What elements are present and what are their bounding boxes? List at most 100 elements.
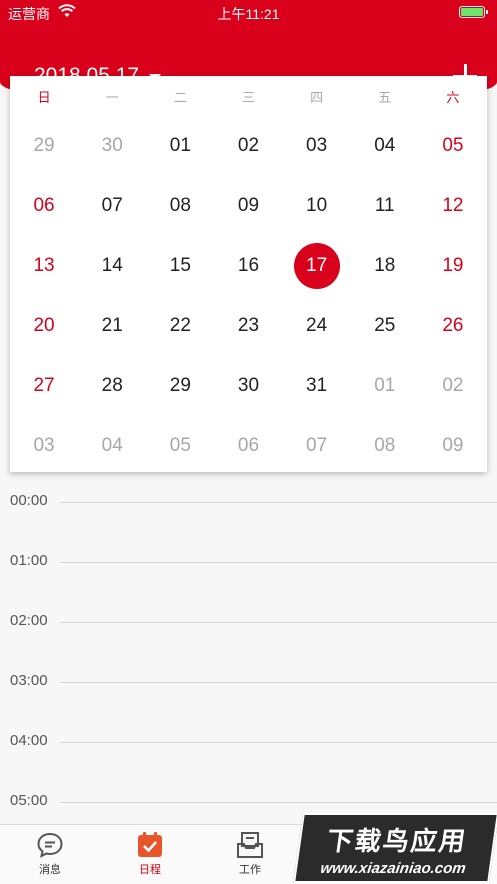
calendar-day[interactable]: 21 — [78, 296, 146, 356]
calendar-day[interactable]: 30 — [214, 356, 282, 416]
calendar-day-number: 02 — [237, 135, 260, 156]
calendar-day[interactable]: 11 — [351, 176, 419, 236]
calendar-day[interactable]: 03 — [283, 116, 351, 176]
calendar-day-number: 30 — [101, 135, 123, 156]
tab-schedule[interactable]: 日程 — [100, 825, 200, 884]
calendar-day[interactable]: 02 — [419, 356, 487, 416]
work-icon — [237, 832, 263, 858]
hour-row[interactable]: 03:00 — [0, 652, 497, 712]
watermark-title: 下载鸟应用 — [324, 826, 470, 856]
calendar-day[interactable]: 18 — [351, 236, 419, 296]
weekday-label: 一 — [105, 89, 119, 105]
calendar-day[interactable]: 08 — [351, 416, 419, 476]
hour-divider — [60, 682, 497, 683]
calendar-day[interactable]: 01 — [146, 116, 214, 176]
calendar-day-number: 21 — [101, 315, 123, 336]
tab-label: 日程 — [139, 864, 161, 876]
calendar-day[interactable]: 24 — [283, 296, 351, 356]
calendar-day[interactable]: 04 — [78, 416, 146, 476]
calendar-day-number: 17 — [293, 243, 340, 289]
weekday-label: 二 — [173, 89, 187, 105]
calendar-day[interactable]: 06 — [10, 176, 78, 236]
hour-row[interactable]: 04:00 — [0, 712, 497, 772]
calendar-day-number: 07 — [101, 195, 123, 216]
calendar-day-number: 03 — [306, 135, 328, 156]
calendar-day-number: 03 — [33, 435, 55, 456]
calendar-day-number: 19 — [442, 255, 464, 276]
calendar-day-number: 22 — [169, 315, 191, 336]
calendar-day-number: 18 — [374, 255, 396, 276]
hour-divider — [60, 742, 497, 743]
message-icon — [37, 832, 63, 858]
calendar-day-number: 12 — [442, 195, 464, 216]
calendar-day-number: 26 — [442, 315, 464, 336]
calendar-day[interactable]: 08 — [146, 176, 214, 236]
day-grid: 29 30 01 02 03 04 05 06 07 08 09 10 11 12 13 14 15 16 17 18… — [10, 116, 487, 476]
calendar-day[interactable]: 09 — [419, 416, 487, 476]
weekday-label: 日 — [37, 89, 51, 105]
calendar-day[interactable]: 31 — [283, 356, 351, 416]
calendar-day-number: 31 — [306, 375, 328, 396]
hour-label: 05:00 — [10, 792, 48, 809]
weekday-label: 五 — [378, 89, 392, 105]
calendar-day[interactable]: 02 — [214, 116, 282, 176]
calendar-day[interactable]: 05 — [146, 416, 214, 476]
calendar-day-number: 29 — [33, 135, 55, 156]
calendar-day[interactable]: 16 — [214, 236, 282, 296]
hour-label: 01:00 — [10, 552, 48, 569]
calendar-day[interactable]: 14 — [78, 236, 146, 296]
tab-messages[interactable]: 消息 — [0, 825, 100, 884]
calendar-day-number: 02 — [442, 375, 464, 396]
calendar-day[interactable]: 12 — [419, 176, 487, 236]
calendar-day[interactable]: 07 — [78, 176, 146, 236]
calendar-day-number: 11 — [374, 195, 395, 216]
hour-label: 02:00 — [10, 612, 48, 629]
calendar-day-number: 09 — [237, 195, 260, 216]
calendar-day[interactable]: 23 — [214, 296, 282, 356]
calendar-day[interactable]: 10 — [283, 176, 351, 236]
calendar-day[interactable]: 30 — [78, 116, 146, 176]
weekday-label: 六 — [446, 89, 460, 105]
calendar-day[interactable]: 04 — [351, 116, 419, 176]
calendar-day-number: 10 — [306, 195, 328, 216]
tab-work[interactable]: 工作 — [200, 825, 300, 884]
calendar-day[interactable]: 27 — [10, 356, 78, 416]
calendar-day[interactable]: 03 — [10, 416, 78, 476]
calendar-day[interactable]: 29 — [146, 356, 214, 416]
calendar-day-selected[interactable]: 17 — [283, 236, 351, 296]
calendar-day-number: 24 — [306, 315, 328, 336]
calendar-day[interactable]: 09 — [214, 176, 282, 236]
calendar-day-number: 13 — [33, 255, 55, 276]
calendar-day-number: 20 — [33, 315, 55, 336]
calendar-day[interactable]: 07 — [283, 416, 351, 476]
hour-divider — [60, 562, 497, 563]
watermark-logo: 下载鸟应用 www.xiazainiao.com — [293, 813, 497, 883]
calendar-day[interactable]: 15 — [146, 236, 214, 296]
calendar-day[interactable]: 01 — [351, 356, 419, 416]
calendar-icon — [138, 832, 162, 857]
calendar-day-number: 06 — [237, 435, 260, 456]
calendar-day[interactable]: 05 — [419, 116, 487, 176]
calendar-day-number: 27 — [33, 375, 55, 396]
status-bar: 运营商 上午11:21 — [0, 0, 497, 26]
calendar-day-number: 09 — [442, 435, 464, 456]
calendar-day[interactable]: 06 — [214, 416, 282, 476]
calendar-day-number: 01 — [374, 375, 396, 396]
hour-divider — [60, 802, 497, 803]
calendar-day[interactable]: 20 — [10, 296, 78, 356]
calendar-day[interactable]: 13 — [10, 236, 78, 296]
calendar-day-number: 04 — [374, 135, 396, 156]
calendar-day[interactable]: 25 — [351, 296, 419, 356]
calendar-day-number: 15 — [169, 255, 191, 276]
hour-row[interactable]: 02:00 — [0, 592, 497, 652]
calendar-day[interactable]: 26 — [419, 296, 487, 356]
calendar-day[interactable]: 28 — [78, 356, 146, 416]
hour-row[interactable]: 01:00 — [0, 532, 497, 592]
battery-icon — [459, 6, 488, 18]
calendar-day[interactable]: 19 — [419, 236, 487, 296]
hour-row[interactable]: 00:00 — [0, 472, 497, 532]
day-timeline[interactable]: 00:00 01:00 02:00 03:00 04:00 05:00 — [0, 472, 497, 824]
calendar-day[interactable]: 29 — [10, 116, 78, 176]
weekday-label: 三 — [241, 89, 255, 105]
calendar-day[interactable]: 22 — [146, 296, 214, 356]
